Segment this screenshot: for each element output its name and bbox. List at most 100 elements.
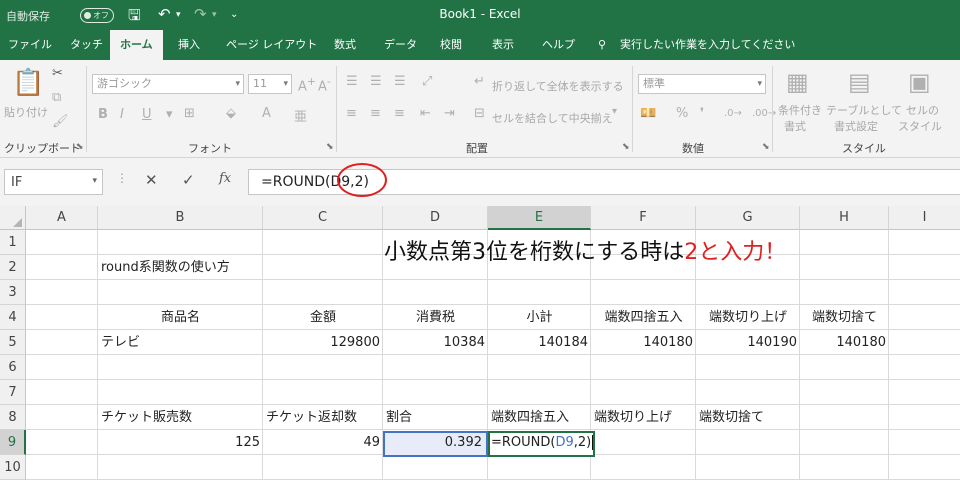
- cell-d5[interactable]: 10384: [383, 330, 488, 355]
- font-color-icon[interactable]: A: [262, 106, 271, 121]
- shrink-font-icon[interactable]: A-: [318, 75, 331, 94]
- cell-e4[interactable]: 小計: [488, 305, 591, 330]
- tell-me-search[interactable]: 実行したい作業を入力してください: [620, 30, 795, 60]
- row-header-4[interactable]: 4: [0, 305, 26, 330]
- cell-b8[interactable]: チケット販売数: [98, 405, 263, 430]
- cell-b9[interactable]: 125: [98, 430, 263, 455]
- cell-g4[interactable]: 端数切り上げ: [696, 305, 800, 330]
- orientation-icon[interactable]: ⤢: [422, 74, 432, 89]
- font-size-combo[interactable]: 11 ▾: [248, 74, 292, 94]
- cell-d4[interactable]: 消費税: [383, 305, 488, 330]
- row-header-8[interactable]: 8: [0, 405, 26, 430]
- format-as-table-button[interactable]: テーブルとして: [826, 102, 902, 118]
- name-box[interactable]: IF ▾: [4, 169, 103, 195]
- underline-button[interactable]: U: [142, 107, 152, 122]
- row-header-3[interactable]: 3: [0, 280, 26, 305]
- row-header-9[interactable]: 9: [0, 430, 26, 455]
- paste-button[interactable]: 貼り付け: [4, 104, 48, 120]
- row-header-6[interactable]: 6: [0, 355, 26, 380]
- tab-touch[interactable]: タッチ: [70, 30, 103, 60]
- wrap-text-button[interactable]: 折り返して全体を表示する: [492, 78, 624, 94]
- cell-b5[interactable]: テレビ: [98, 330, 263, 355]
- borders-icon[interactable]: ⊞: [184, 106, 195, 121]
- row-header-7[interactable]: 7: [0, 380, 26, 405]
- number-launcher-icon[interactable]: ⬊: [762, 142, 770, 152]
- cell-e8[interactable]: 端数四捨五入: [488, 405, 591, 430]
- grow-font-icon[interactable]: A+: [298, 75, 316, 94]
- tab-help[interactable]: ヘルプ: [542, 30, 575, 60]
- column-header-a[interactable]: A: [26, 206, 98, 230]
- merge-center-button[interactable]: セルを結合して中央揃え: [492, 110, 613, 126]
- phonetic-icon[interactable]: 亜: [294, 106, 307, 125]
- cancel-icon[interactable]: ✕: [145, 171, 158, 189]
- align-left-icon[interactable]: ≡: [346, 106, 357, 121]
- row-header-1[interactable]: 1: [0, 230, 26, 255]
- cell-b2[interactable]: round系関数の使い方: [98, 255, 263, 280]
- align-top-icon[interactable]: ☰: [346, 74, 358, 89]
- align-right-icon[interactable]: ≡: [394, 106, 405, 121]
- row-header-10[interactable]: 10: [0, 455, 26, 480]
- tab-view[interactable]: 表示: [492, 30, 514, 60]
- cell-styles-icon[interactable]: ▣: [908, 68, 931, 96]
- tab-home[interactable]: ホーム: [110, 30, 163, 60]
- search-icon[interactable]: ⚲: [598, 30, 606, 60]
- cell-f5[interactable]: 140180: [591, 330, 696, 355]
- paste-icon[interactable]: 📋: [12, 68, 44, 98]
- bold-button[interactable]: B: [98, 107, 108, 122]
- align-bottom-icon[interactable]: ☰: [394, 74, 406, 89]
- cell-c4[interactable]: 金額: [263, 305, 383, 330]
- font-launcher-icon[interactable]: ⬊: [326, 142, 334, 152]
- column-header-g[interactable]: G: [696, 206, 800, 230]
- select-all-corner[interactable]: [0, 206, 26, 230]
- decrease-indent-icon[interactable]: ⇤: [420, 106, 431, 121]
- column-header-i[interactable]: I: [889, 206, 960, 230]
- cell-h5[interactable]: 140180: [800, 330, 889, 355]
- column-header-d[interactable]: D: [383, 206, 488, 230]
- cell-styles-button[interactable]: セルの: [906, 102, 939, 118]
- cell-c9[interactable]: 49: [263, 430, 383, 455]
- format-painter-icon[interactable]: 🖌: [52, 114, 69, 129]
- cell-b4[interactable]: 商品名: [98, 305, 263, 330]
- conditional-format-button[interactable]: 条件付き: [778, 102, 822, 118]
- column-header-f[interactable]: F: [591, 206, 696, 230]
- cell-c8[interactable]: チケット返却数: [263, 405, 383, 430]
- cell-g8[interactable]: 端数切捨て: [696, 405, 800, 430]
- percent-button[interactable]: %: [676, 106, 688, 121]
- font-name-combo[interactable]: 游ゴシック ▾: [92, 74, 244, 94]
- tab-data[interactable]: データ: [384, 30, 417, 60]
- copy-icon[interactable]: ⧉: [52, 90, 61, 105]
- merge-dropdown-icon[interactable]: ▾: [612, 106, 617, 117]
- tab-insert[interactable]: 挿入: [178, 30, 200, 60]
- fill-color-icon[interactable]: ⬙: [226, 106, 236, 121]
- alignment-launcher-icon[interactable]: ⬊: [622, 142, 630, 152]
- underline-dropdown-icon[interactable]: ▾: [166, 107, 173, 122]
- cell-e5[interactable]: 140184: [488, 330, 591, 355]
- tab-file[interactable]: ファイル: [8, 30, 52, 60]
- cell-f4[interactable]: 端数四捨五入: [591, 305, 696, 330]
- cell-h4[interactable]: 端数切捨て: [800, 305, 889, 330]
- currency-icon[interactable]: 💴: [640, 106, 656, 121]
- column-header-b[interactable]: B: [98, 206, 263, 230]
- column-header-c[interactable]: C: [263, 206, 383, 230]
- format-as-table-icon[interactable]: ▤: [848, 68, 871, 96]
- comma-style-icon[interactable]: ❜: [700, 106, 704, 121]
- cell-c5[interactable]: 129800: [263, 330, 383, 355]
- column-header-e[interactable]: E: [488, 206, 591, 230]
- column-header-h[interactable]: H: [800, 206, 889, 230]
- align-middle-icon[interactable]: ☰: [370, 74, 382, 89]
- conditional-format-icon[interactable]: ▦: [786, 68, 809, 96]
- tab-page-layout[interactable]: ページ レイアウト: [226, 30, 317, 60]
- cell-d8[interactable]: 割合: [383, 405, 488, 430]
- cell-f8[interactable]: 端数切り上げ: [591, 405, 696, 430]
- tab-formulas[interactable]: 数式: [334, 30, 356, 60]
- insert-function-icon[interactable]: fx: [219, 171, 231, 186]
- increase-indent-icon[interactable]: ⇥: [444, 106, 455, 121]
- increase-decimal-icon[interactable]: .0→: [724, 108, 742, 119]
- clipboard-launcher-icon[interactable]: ⬊: [76, 142, 84, 152]
- italic-button[interactable]: I: [120, 107, 124, 122]
- align-center-icon[interactable]: ≡: [370, 106, 381, 121]
- enter-icon[interactable]: ✓: [182, 171, 195, 189]
- row-header-5[interactable]: 5: [0, 330, 26, 355]
- tab-review[interactable]: 校閲: [440, 30, 462, 60]
- cell-g5[interactable]: 140190: [696, 330, 800, 355]
